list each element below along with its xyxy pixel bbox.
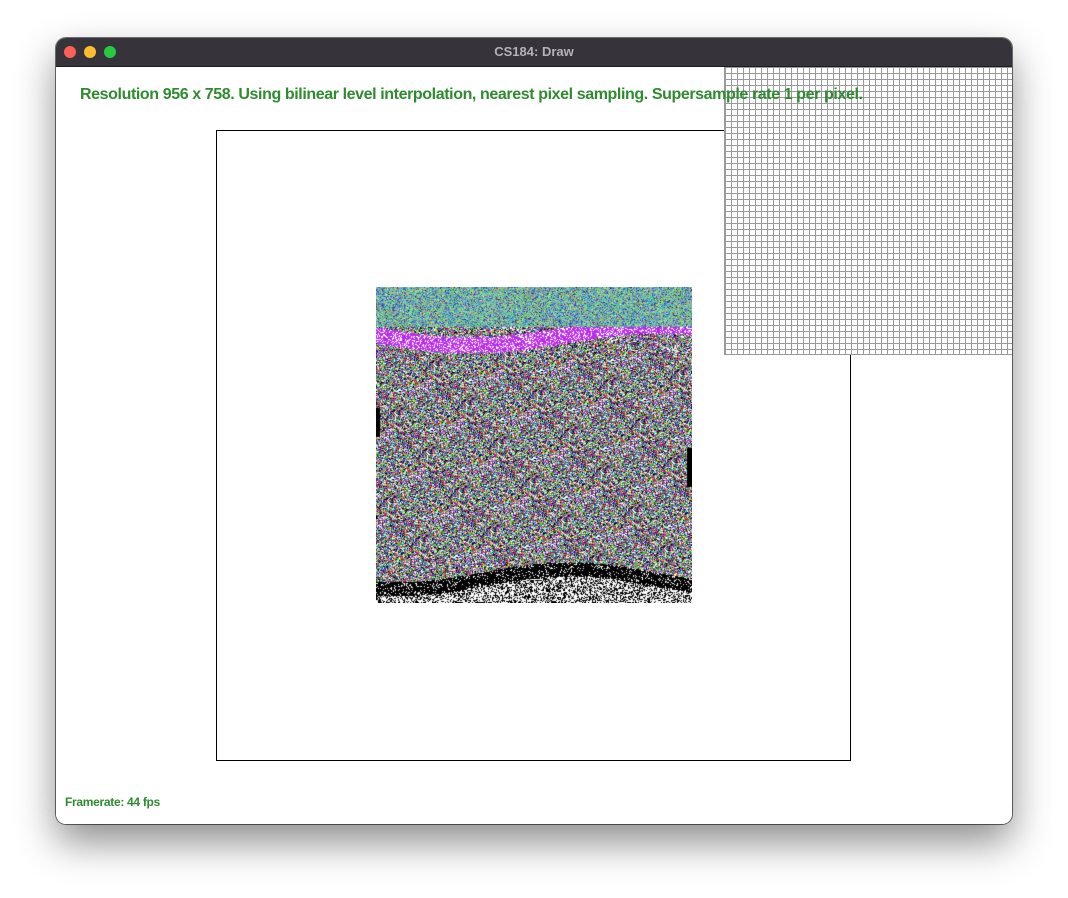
textured-square (376, 287, 692, 603)
draw-viewport[interactable]: Resolution 956 x 758. Using bilinear lev… (56, 67, 1012, 824)
window-title: CS184: Draw (494, 44, 574, 59)
title-bar[interactable]: CS184: Draw (56, 38, 1012, 67)
app-window: CS184: Draw Resolution 956 x 758. Using … (56, 38, 1012, 824)
framerate-text: Framerate: 44 fps (65, 795, 160, 809)
status-text: Resolution 956 x 758. Using bilinear lev… (80, 86, 863, 103)
pixel-inspector-grid (724, 67, 1012, 355)
